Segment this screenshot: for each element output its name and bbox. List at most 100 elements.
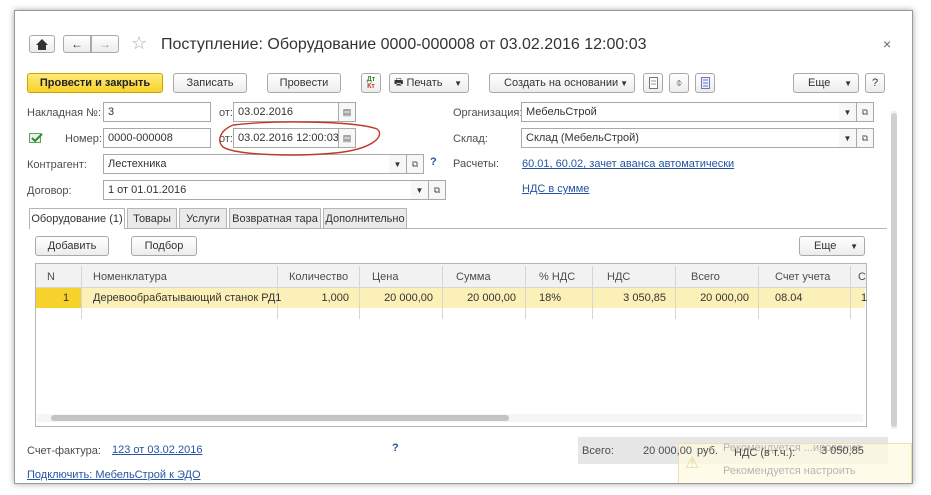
chevron-down-icon: ▼	[843, 107, 852, 117]
chevron-down-icon: ▼	[454, 78, 462, 88]
chevron-down-icon: ▼	[415, 185, 424, 195]
calendar-icon: ▤	[342, 106, 352, 117]
dt-kt-icon: Дт Кт	[366, 76, 376, 90]
vat-total-value: 3 050,85	[821, 445, 864, 457]
total-label: Всего:	[582, 445, 614, 457]
invoice-help-icon[interactable]: ?	[392, 442, 399, 454]
counterparty-help-icon[interactable]: ?	[430, 156, 437, 168]
save-button[interactable]: Записать	[173, 73, 247, 93]
col-header-price[interactable]: Цена	[372, 266, 398, 288]
document-icon	[648, 77, 658, 89]
attachment-button[interactable]: ⌽	[669, 73, 689, 93]
currency-label: руб.	[697, 445, 718, 457]
col-header-account[interactable]: Счет учета	[775, 266, 830, 288]
col-header-sum[interactable]: Сумма	[456, 266, 491, 288]
contract-dropdown[interactable]: ▼	[411, 180, 429, 200]
report-icon	[700, 77, 710, 89]
tab-services[interactable]: Услуги	[179, 208, 227, 228]
create-based-on-button[interactable]: Создать на основании ▼	[489, 73, 635, 93]
cell-n: 1	[63, 292, 70, 304]
open-warehouse-button[interactable]: ⧉	[856, 128, 874, 148]
cell-vat-rate: 18%	[539, 292, 562, 304]
arrow-right-icon: →	[99, 37, 111, 51]
organization-label: Организация:	[453, 107, 523, 119]
cell-price: 20 000,00	[384, 292, 433, 304]
col-header-quantity[interactable]: Количество	[289, 266, 348, 288]
counterparty-dropdown[interactable]: ▼	[389, 154, 407, 174]
post-button[interactable]: Провести	[267, 73, 341, 93]
tab-additional[interactable]: Дополнительно	[323, 208, 407, 228]
warning-icon: ⚠	[685, 455, 700, 472]
col-header-n[interactable]: N	[47, 266, 55, 288]
number-field[interactable]: 0000-000008	[103, 128, 211, 148]
warehouse-dropdown[interactable]: ▼	[839, 128, 857, 148]
organization-field[interactable]: МебельСтрой	[521, 102, 857, 122]
pick-button[interactable]: Подбор	[131, 236, 197, 256]
open-link-icon: ⧉	[861, 106, 869, 117]
vat-total-label: НДС (в т.ч.):	[734, 447, 796, 459]
tab-goods[interactable]: Товары	[127, 208, 177, 228]
arrow-left-icon: ←	[71, 37, 83, 51]
open-link-icon: ⧉	[433, 184, 441, 195]
chevron-down-icon: ▼	[620, 78, 628, 88]
open-link-icon: ⧉	[861, 132, 869, 143]
invoice-link[interactable]: 123 от 03.02.2016	[112, 444, 202, 456]
open-organization-button[interactable]: ⧉	[856, 102, 874, 122]
contract-label: Договор:	[27, 185, 72, 197]
cell-quantity: 1,000	[321, 292, 349, 304]
row-number-cell-bg	[36, 288, 81, 308]
open-link-icon: ⧉	[411, 158, 419, 169]
home-button[interactable]	[29, 35, 55, 53]
warehouse-field[interactable]: Склад (МебельСтрой)	[521, 128, 857, 148]
print-button[interactable]: 🖶 Печать ▼	[389, 73, 469, 93]
more-button[interactable]: Еще ▼	[793, 73, 859, 93]
col-header-total[interactable]: Всего	[691, 266, 720, 288]
cell-vat: 3 050,85	[623, 292, 666, 304]
tab-returnable-containers[interactable]: Возвратная тара	[229, 208, 321, 228]
window-title: Поступление: Оборудование 0000-000008 от…	[161, 36, 647, 53]
vat-link[interactable]: НДС в сумме	[522, 183, 589, 195]
back-button[interactable]: ←	[63, 35, 91, 53]
cell-sum: 20 000,00	[467, 292, 516, 304]
printer-icon: 🖶	[394, 76, 404, 88]
chevron-down-icon: ▼	[843, 133, 852, 143]
organization-dropdown[interactable]: ▼	[839, 102, 857, 122]
forward-button[interactable]: →	[91, 35, 119, 53]
vertical-scrollbar-thumb[interactable]	[891, 113, 897, 427]
col-header-c[interactable]: С	[858, 266, 866, 288]
edo-link[interactable]: Подключить: МебельСтрой к ЭДО	[27, 469, 201, 481]
table-more-button[interactable]: Еще ▼	[799, 236, 865, 256]
col-header-vat[interactable]: НДС	[607, 266, 630, 288]
open-counterparty-button[interactable]: ⧉	[406, 154, 424, 174]
cell-total: 20 000,00	[700, 292, 749, 304]
tab-equipment[interactable]: Оборудование (1)	[29, 208, 125, 229]
chevron-down-icon: ▼	[393, 159, 402, 169]
cell-nomenclature: Деревообрабатывающий станок РД1	[93, 292, 282, 304]
add-button[interactable]: Добавить	[35, 236, 109, 256]
tab-strip-divider	[125, 228, 887, 229]
star-icon[interactable]: ☆	[131, 33, 147, 54]
horizontal-scrollbar-thumb[interactable]	[51, 415, 509, 421]
close-icon[interactable]: ×	[883, 36, 891, 52]
document-button[interactable]	[643, 73, 663, 93]
chevron-down-icon: ▼	[844, 78, 852, 88]
print-label: Печать	[406, 77, 443, 89]
contract-field[interactable]: 1 от 01.01.2016	[103, 180, 429, 200]
more-label: Еще	[808, 77, 831, 89]
counterparty-label: Контрагент:	[27, 159, 87, 171]
open-contract-button[interactable]: ⧉	[428, 180, 446, 200]
invoice-number-field[interactable]: 3	[103, 102, 211, 122]
cell-c: 1	[861, 292, 868, 304]
document-window: ← → ☆ Поступление: Оборудование 0000-000…	[14, 10, 913, 484]
report-button[interactable]	[695, 73, 715, 93]
table-more-label: Еще	[814, 240, 837, 252]
settlements-link[interactable]: 60.01, 60.02, зачет аванса автоматически	[522, 158, 734, 170]
invoice-date-label: от:	[219, 107, 233, 119]
col-header-vat-rate[interactable]: % НДС	[539, 266, 575, 288]
dt-kt-button[interactable]: Дт Кт	[361, 73, 381, 93]
help-button[interactable]: ?	[865, 73, 885, 93]
col-header-nomenclature[interactable]: Номенклатура	[93, 266, 167, 288]
post-and-close-button[interactable]: Провести и закрыть	[27, 73, 163, 93]
settlements-label: Расчеты:	[453, 158, 499, 170]
home-icon	[36, 38, 48, 50]
